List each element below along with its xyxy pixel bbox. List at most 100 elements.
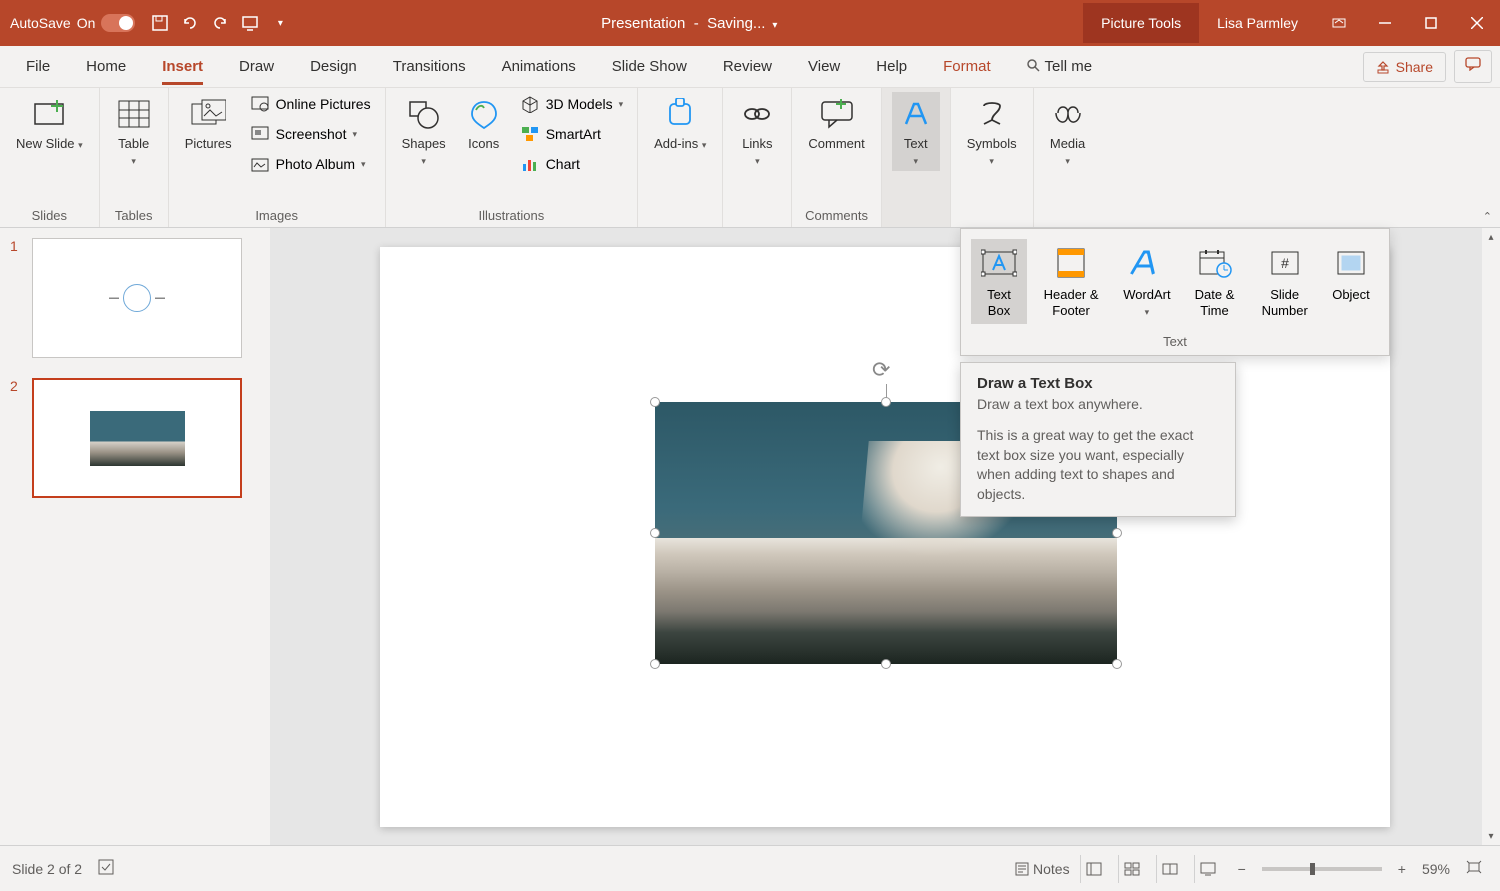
- slide-number-button[interactable]: # Slide Number: [1250, 239, 1319, 324]
- rotate-handle-icon[interactable]: ⟳: [872, 357, 900, 385]
- icons-button[interactable]: Icons: [460, 92, 508, 156]
- 3d-models-button[interactable]: 3D Models ▾: [516, 92, 627, 116]
- scroll-up-icon[interactable]: ▴: [1482, 228, 1500, 246]
- tab-animations[interactable]: Animations: [484, 48, 594, 85]
- fit-to-window-icon[interactable]: [1460, 860, 1488, 877]
- chart-icon: [520, 154, 540, 174]
- slides-group-label: Slides: [10, 204, 89, 225]
- reading-view-icon[interactable]: [1156, 855, 1184, 883]
- date-time-button[interactable]: Date & Time: [1183, 239, 1247, 324]
- text-button[interactable]: Text▾: [892, 92, 940, 171]
- vertical-scrollbar[interactable]: ▴ ▾: [1482, 228, 1500, 845]
- zoom-level[interactable]: 59%: [1422, 861, 1450, 877]
- comments-pane-button[interactable]: [1454, 50, 1492, 83]
- slide-thumbnail-2[interactable]: 2: [10, 378, 260, 498]
- user-name[interactable]: Lisa Parmley: [1199, 15, 1316, 31]
- zoom-slider[interactable]: [1262, 867, 1382, 871]
- notes-button[interactable]: Notes: [1015, 861, 1070, 877]
- new-slide-button[interactable]: New Slide ▾: [10, 92, 89, 156]
- tab-file[interactable]: File: [8, 48, 68, 85]
- tab-draw[interactable]: Draw: [221, 48, 292, 85]
- spell-check-icon[interactable]: [98, 859, 114, 878]
- new-slide-icon: [31, 96, 67, 132]
- collapse-ribbon-icon[interactable]: ⌃: [1475, 206, 1500, 227]
- slide-counter[interactable]: Slide 2 of 2: [12, 861, 82, 877]
- slide-thumbnail-1[interactable]: 1 ▬▬▬▬: [10, 238, 260, 358]
- tab-review[interactable]: Review: [705, 48, 790, 85]
- slide-sorter-icon[interactable]: [1118, 855, 1146, 883]
- toggle-switch[interactable]: [101, 14, 135, 32]
- normal-view-icon[interactable]: [1080, 855, 1108, 883]
- resize-handle[interactable]: [650, 397, 660, 407]
- zoom-out-button[interactable]: −: [1232, 861, 1252, 877]
- save-icon[interactable]: [145, 8, 175, 38]
- tab-design[interactable]: Design: [292, 48, 375, 85]
- document-title: Presentation - Saving... ▾: [295, 15, 1083, 32]
- resize-handle[interactable]: [1112, 528, 1122, 538]
- photo-album-button[interactable]: Photo Album ▾: [246, 152, 375, 176]
- text-box-button[interactable]: Text Box: [971, 239, 1027, 324]
- ribbon-options-icon[interactable]: [1316, 0, 1362, 46]
- slide-thumbnails-panel: 1 ▬▬▬▬ 2: [0, 228, 270, 845]
- images-group-label: Images: [179, 204, 375, 225]
- undo-icon[interactable]: [175, 8, 205, 38]
- resize-handle[interactable]: [650, 528, 660, 538]
- header-footer-icon: [1051, 245, 1091, 281]
- pictures-button[interactable]: Pictures: [179, 92, 238, 156]
- comment-icon: [819, 96, 855, 132]
- redo-icon[interactable]: [205, 8, 235, 38]
- icons-icon: [466, 96, 502, 132]
- table-button[interactable]: Table▾: [110, 92, 158, 171]
- ribbon: New Slide ▾ Slides Table▾ Tables Picture…: [0, 88, 1500, 228]
- cube-icon: [520, 94, 540, 114]
- illustrations-group-label: Illustrations: [396, 204, 628, 225]
- symbols-button[interactable]: Symbols▾: [961, 92, 1023, 171]
- tab-insert[interactable]: Insert: [144, 48, 221, 85]
- header-footer-button[interactable]: Header & Footer: [1031, 239, 1111, 324]
- autosave-state: On: [77, 15, 96, 31]
- resize-handle[interactable]: [650, 659, 660, 669]
- addins-button[interactable]: Add-ins ▾: [648, 92, 712, 156]
- tab-transitions[interactable]: Transitions: [375, 48, 484, 85]
- smartart-button[interactable]: SmartArt: [516, 122, 627, 146]
- close-icon[interactable]: [1454, 0, 1500, 46]
- present-icon[interactable]: [235, 8, 265, 38]
- chart-button[interactable]: Chart: [516, 152, 627, 176]
- share-button[interactable]: Share: [1363, 52, 1446, 82]
- shapes-icon: [406, 96, 442, 132]
- shapes-button[interactable]: Shapes▾: [396, 92, 452, 171]
- slideshow-view-icon[interactable]: [1194, 855, 1222, 883]
- resize-handle[interactable]: [881, 659, 891, 669]
- date-time-icon: [1195, 245, 1235, 281]
- picture-tools-tab[interactable]: Picture Tools: [1083, 3, 1199, 43]
- object-button[interactable]: Object: [1323, 239, 1379, 324]
- addins-icon: [662, 96, 698, 132]
- screenshot-button[interactable]: Screenshot ▾: [246, 122, 375, 146]
- tooltip-subtitle: Draw a text box anywhere.: [977, 396, 1219, 412]
- pictures-icon: [190, 96, 226, 132]
- zoom-in-button[interactable]: +: [1392, 861, 1412, 877]
- media-button[interactable]: Media▾: [1044, 92, 1092, 171]
- online-pictures-button[interactable]: Online Pictures: [246, 92, 375, 116]
- tab-help[interactable]: Help: [858, 48, 925, 85]
- wordart-button[interactable]: WordArt▾: [1115, 239, 1178, 324]
- tab-view[interactable]: View: [790, 48, 858, 85]
- title-bar: AutoSave On ▾ Presentation - Saving... ▾…: [0, 0, 1500, 46]
- smartart-icon: [520, 124, 540, 144]
- maximize-icon[interactable]: [1408, 0, 1454, 46]
- resize-handle[interactable]: [881, 397, 891, 407]
- tooltip-title: Draw a Text Box: [977, 375, 1219, 392]
- media-icon: [1050, 96, 1086, 132]
- resize-handle[interactable]: [1112, 659, 1122, 669]
- autosave-toggle[interactable]: AutoSave On: [0, 14, 145, 32]
- comments-group-label: Comments: [802, 204, 870, 225]
- qat-more-icon[interactable]: ▾: [265, 8, 295, 38]
- links-button[interactable]: Links▾: [733, 92, 781, 171]
- tab-slideshow[interactable]: Slide Show: [594, 48, 705, 85]
- tell-me-search[interactable]: Tell me: [1009, 48, 1110, 85]
- scroll-down-icon[interactable]: ▾: [1482, 827, 1500, 845]
- tab-home[interactable]: Home: [68, 48, 144, 85]
- minimize-icon[interactable]: [1362, 0, 1408, 46]
- tab-format[interactable]: Format: [925, 48, 1009, 85]
- comment-button[interactable]: Comment: [802, 92, 870, 156]
